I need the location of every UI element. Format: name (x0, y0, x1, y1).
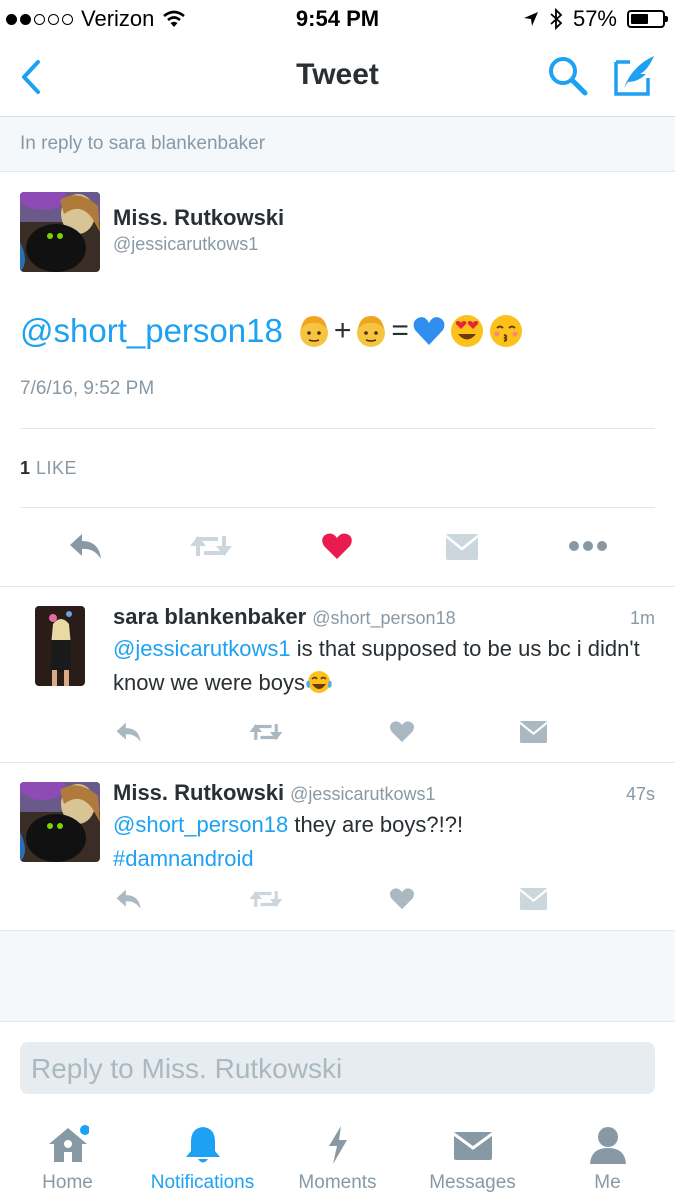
avatar[interactable] (20, 782, 100, 862)
divider (0, 762, 675, 763)
reply-text: @short_person18 they are boys?!?! #damna… (113, 808, 653, 876)
location-arrow-icon (523, 12, 538, 26)
reply-author-handle: @short_person18 (312, 608, 456, 628)
more-icon[interactable] (568, 540, 608, 552)
bell-icon (186, 1127, 220, 1163)
reply-context-bar: In reply to sara blankenbaker (0, 117, 675, 172)
reply-time: 1m (629, 608, 655, 628)
reply-icon[interactable] (68, 532, 104, 560)
tears-of-joy-emoji (306, 671, 332, 693)
likes-label: LIKE (36, 458, 78, 478)
reply-author-name: sara blankenbaker (113, 604, 307, 629)
tab-label: Home (42, 1172, 93, 1193)
battery-percent: 57% (572, 6, 617, 31)
tab-label: Me (594, 1172, 621, 1193)
author-handle[interactable]: @jessicarutkows1 (113, 234, 258, 255)
tweet-text: @short_person18 + = (20, 312, 524, 350)
divider (0, 586, 675, 587)
nav-bar: Tweet (0, 40, 675, 117)
mention-link[interactable]: @jessicarutkows1 (113, 636, 291, 661)
tab-label: Notifications (150, 1172, 255, 1193)
retweet-icon[interactable] (249, 888, 283, 910)
tab-me[interactable]: Me (540, 1110, 675, 1200)
bluetooth-icon (550, 8, 563, 30)
search-icon[interactable] (546, 54, 590, 98)
reply-icon[interactable] (115, 888, 143, 910)
mention-link[interactable]: @short_person18 (113, 812, 288, 837)
like-icon[interactable] (389, 720, 415, 743)
man-emoji (299, 316, 328, 347)
reply-author-name: Miss. Rutkowski (113, 780, 285, 805)
blue-heart-emoji (413, 317, 445, 345)
like-icon[interactable] (321, 532, 353, 560)
reply-author-handle: @jessicarutkows1 (290, 784, 436, 804)
retweet-icon[interactable] (190, 532, 232, 560)
tab-label: Moments (298, 1172, 377, 1193)
divider (20, 507, 655, 508)
heart-eyes-emoji (450, 315, 483, 347)
reply-author[interactable]: sara blankenbaker @short_person18 (113, 604, 456, 630)
author-name[interactable]: Miss. Rutkowski (113, 205, 284, 231)
tab-home[interactable]: Home (0, 1110, 135, 1200)
direct-message-icon[interactable] (520, 888, 547, 910)
tab-notifications[interactable]: Notifications (135, 1110, 270, 1200)
tweet-timestamp: 7/6/16, 9:52 PM (20, 378, 155, 399)
compose-icon[interactable] (612, 52, 658, 98)
equals-sign: = (391, 314, 409, 347)
status-bar: Verizon 9:54 PM 57% (0, 0, 675, 40)
direct-message-icon[interactable] (520, 721, 547, 743)
retweet-icon[interactable] (249, 721, 283, 743)
mention-link[interactable]: @short_person18 (20, 312, 283, 350)
like-icon[interactable] (389, 887, 415, 910)
tab-moments[interactable]: Moments (270, 1110, 405, 1200)
reply-context-text: In reply to sara blankenbaker (20, 133, 266, 154)
reply-author[interactable]: Miss. Rutkowski @jessicarutkows1 (113, 780, 435, 806)
reply-input[interactable]: Reply to Miss. Rutkowski (20, 1042, 655, 1094)
likes-count[interactable]: 1 LIKE (20, 458, 77, 479)
likes-number: 1 (20, 458, 31, 478)
empty-area (0, 930, 675, 1022)
tab-label: Messages (429, 1172, 516, 1193)
lightning-icon (329, 1126, 347, 1164)
envelope-icon (453, 1132, 493, 1160)
man-emoji (357, 316, 386, 347)
person-icon (590, 1127, 626, 1164)
reply-time: 47s (625, 784, 655, 804)
tab-bar: Home Notifications Moments Messages Me (0, 1110, 675, 1200)
hashtag-link[interactable]: #damnandroid (113, 846, 254, 871)
kissing-emoji (489, 315, 522, 347)
divider (20, 428, 655, 429)
status-right: 57% (523, 6, 668, 32)
battery-icon (627, 10, 668, 28)
reply-body: they are boys?!?! (288, 812, 464, 837)
plus-sign: + (333, 314, 352, 347)
avatar[interactable] (35, 606, 85, 686)
avatar[interactable] (20, 192, 100, 272)
reply-input-placeholder: Reply to Miss. Rutkowski (31, 1053, 343, 1084)
reply-text: @jessicarutkows1 is that supposed to be … (113, 632, 653, 700)
reply-icon[interactable] (115, 721, 143, 743)
direct-message-icon[interactable] (446, 534, 478, 560)
home-icon (49, 1125, 89, 1162)
tab-messages[interactable]: Messages (405, 1110, 540, 1200)
